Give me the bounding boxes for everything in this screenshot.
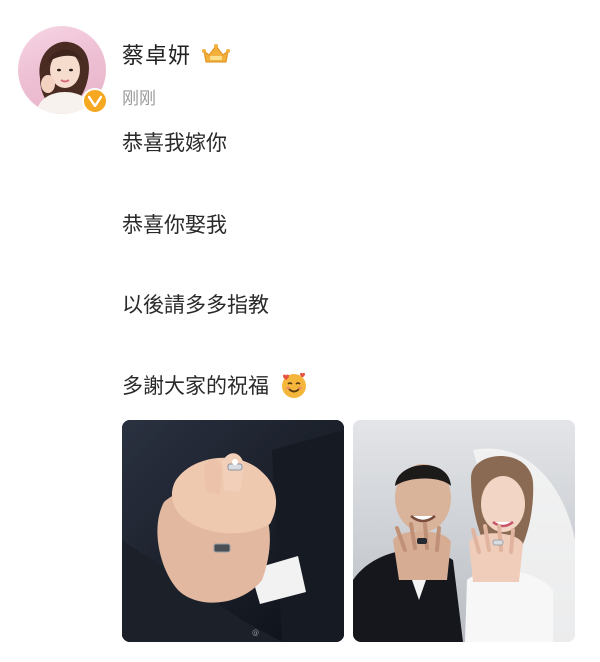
photo-couple-showing-rings[interactable]: [353, 420, 575, 642]
avatar-container[interactable]: [18, 26, 108, 114]
verified-badge-icon: [82, 88, 108, 114]
crown-badge-icon: [202, 44, 231, 63]
post-text-line: 以後請多多指教: [122, 293, 269, 317]
post-text: 多謝大家的祝福: [122, 374, 269, 398]
username[interactable]: 蔡卓妍: [122, 38, 191, 70]
post-text-line: 恭喜我嫁你: [122, 131, 227, 155]
post-text-line: 恭喜你娶我: [122, 213, 227, 237]
svg-text:@: @: [252, 629, 259, 637]
smiling-face-with-hearts-emoji: [282, 372, 306, 398]
weibo-post: 蔡卓妍 刚刚 恭喜我嫁你 恭喜你娶我 以後請多多指教 多謝大家的祝福 @: [0, 0, 600, 662]
post-text-line-with-emoji: 多謝大家的祝福: [122, 370, 309, 400]
username-row: 蔡卓妍: [122, 38, 231, 70]
post-timestamp: 刚刚: [122, 89, 156, 109]
photo-holding-hands-rings[interactable]: @: [122, 420, 344, 642]
